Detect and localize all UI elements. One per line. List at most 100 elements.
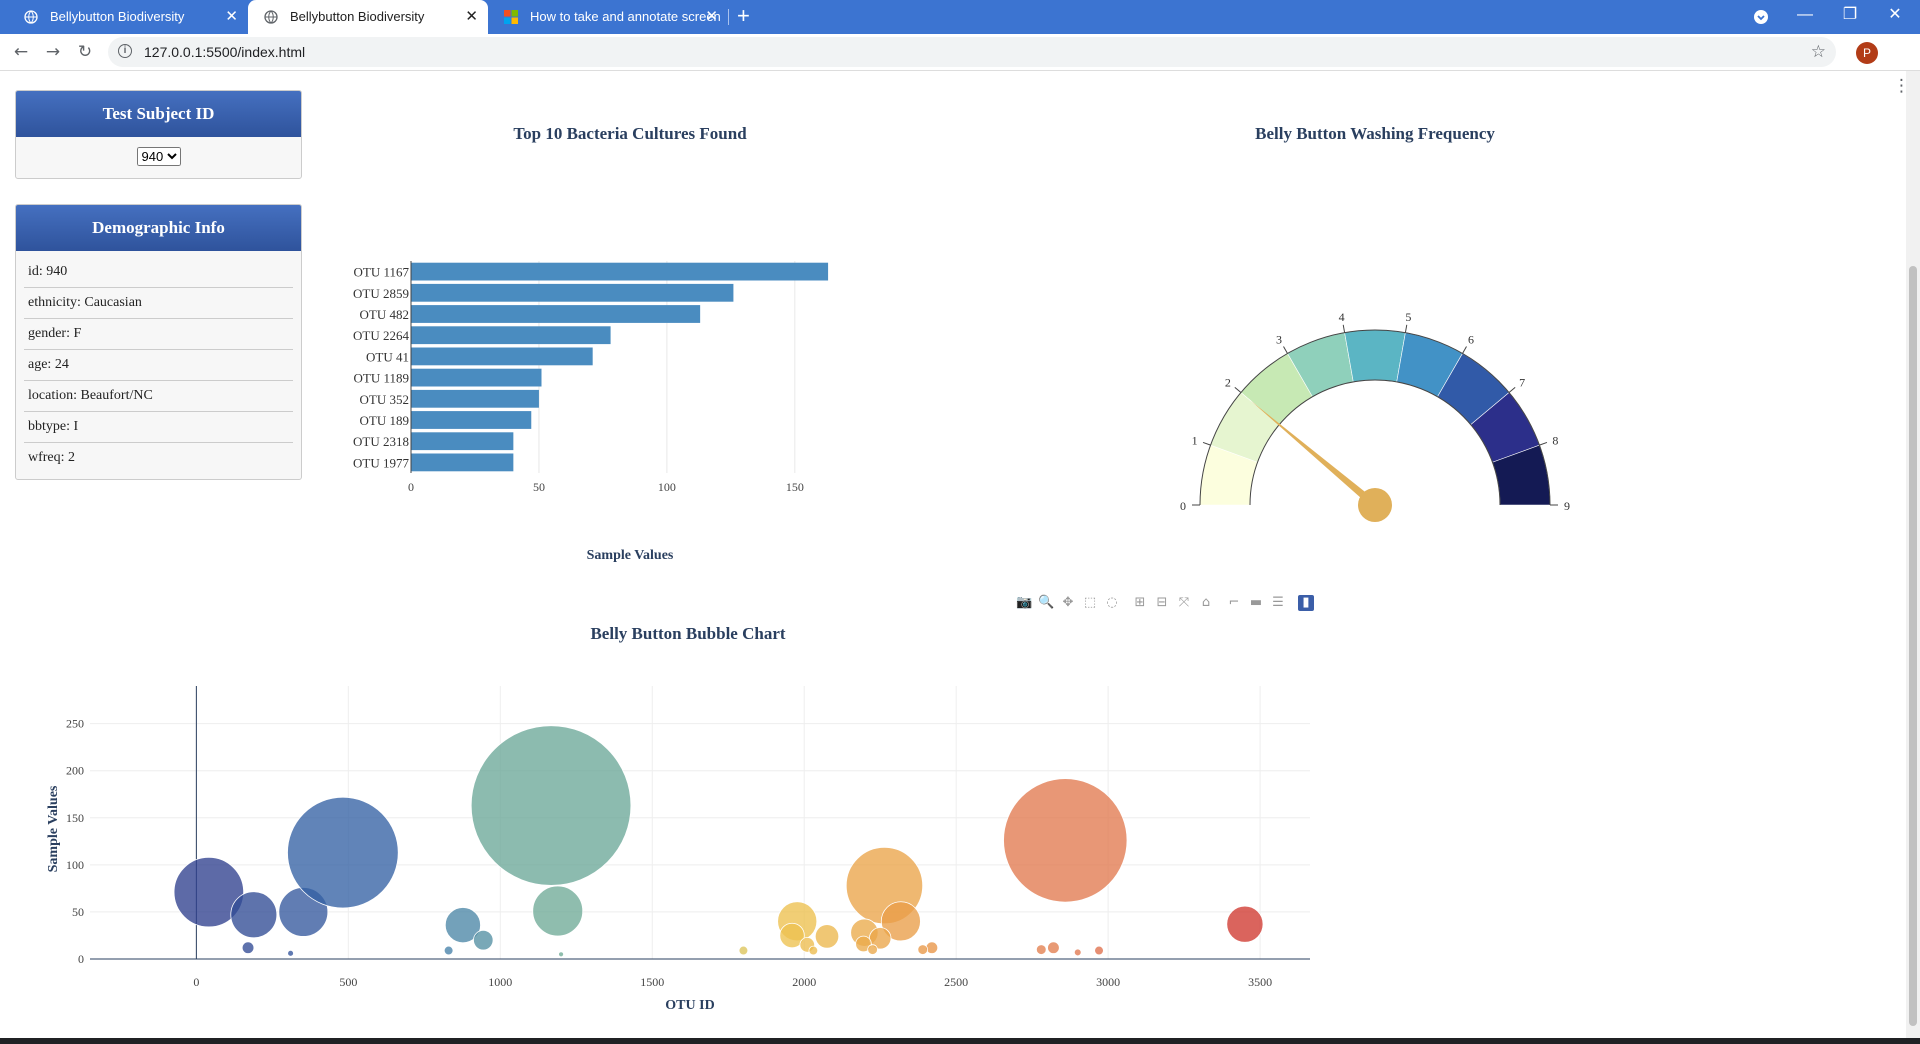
gauge-tick-label: 7 xyxy=(1519,376,1525,390)
bubble xyxy=(287,796,399,909)
globe-icon xyxy=(24,10,38,24)
bubble-x-tick-label: 2000 xyxy=(792,975,816,989)
bar-y-tick-label: OTU 2318 xyxy=(353,434,409,449)
microsoft-logo-icon xyxy=(504,10,518,24)
bubble-x-tick-label: 1500 xyxy=(640,975,664,989)
bar-y-tick-label: OTU 41 xyxy=(366,349,409,364)
bubble-x-tick-label: 3500 xyxy=(1248,975,1272,989)
demographic-header: Demographic Info xyxy=(16,205,301,251)
camera-icon[interactable]: 📷 xyxy=(1016,595,1032,611)
bar-y-tick-label: OTU 2859 xyxy=(353,286,409,301)
page-viewport: Test Subject ID 940 Demographic Info id:… xyxy=(0,71,1906,1038)
bubble-y-axis-title: Sample Values xyxy=(46,785,61,873)
bar xyxy=(411,326,611,345)
bar xyxy=(411,389,539,408)
bar xyxy=(411,453,514,472)
bubble xyxy=(808,945,819,956)
bar-x-tick-label: 100 xyxy=(658,480,676,494)
meta-ethnicity: ethnicity: Caucasian xyxy=(24,288,293,319)
profile-avatar[interactable]: P xyxy=(1856,42,1878,64)
back-arrow-icon[interactable]: ← xyxy=(6,34,36,70)
new-tab-button[interactable]: + xyxy=(737,0,750,34)
tab-search-icon[interactable] xyxy=(1753,9,1769,25)
gauge-chart: 0 1 2 3 4 5 6 7 8 9 xyxy=(1180,310,1570,522)
bubble-x-tick-label: 500 xyxy=(339,975,357,989)
gauge-tick xyxy=(1283,346,1288,354)
gauge-tick xyxy=(1342,324,1346,333)
gauge-tick xyxy=(1508,386,1516,393)
scrollbar-thumb[interactable] xyxy=(1909,266,1917,1026)
bubble-x-tick-label: 0 xyxy=(193,975,199,989)
box-select-icon[interactable]: ⬚ xyxy=(1082,595,1098,611)
bubble xyxy=(473,929,494,951)
subject-id-select[interactable]: 940 xyxy=(136,147,181,166)
demographic-panel: Demographic Info id: 940 ethnicity: Cauc… xyxy=(15,204,302,480)
pan-icon[interactable]: ✥ xyxy=(1060,595,1076,611)
hover-compare-icon[interactable]: ☰ xyxy=(1270,595,1286,611)
browser-toolbar: ← → ↻ i 127.0.0.1:5500/index.html ☆ ⋮ xyxy=(0,34,1920,96)
bubble-x-axis-title: OTU ID xyxy=(665,998,715,1013)
bubble-y-tick-label: 0 xyxy=(78,952,84,966)
bubble-y-tick-label: 50 xyxy=(72,905,84,919)
zoom-out-icon[interactable]: ⊟ xyxy=(1154,595,1170,611)
spike-lines-icon[interactable]: ⌐ xyxy=(1226,595,1242,611)
bar xyxy=(411,347,593,366)
bubble xyxy=(532,885,584,937)
bar xyxy=(411,432,514,451)
bar xyxy=(411,411,532,429)
tab-2[interactable]: Bellybutton Biodiversity ✕ xyxy=(248,0,488,34)
gauge-tick-label: 2 xyxy=(1225,376,1231,390)
url-text[interactable]: 127.0.0.1:5500/index.html xyxy=(144,37,305,67)
bar xyxy=(411,305,701,323)
forward-arrow-icon[interactable]: → xyxy=(38,34,68,70)
bookmark-star-icon[interactable]: ☆ xyxy=(1811,37,1826,67)
tab-2-title: Bellybutton Biodiversity xyxy=(290,9,425,24)
reload-icon[interactable]: ↻ xyxy=(70,34,100,70)
minimize-button[interactable]: — xyxy=(1785,0,1825,34)
restore-button[interactable]: ❐ xyxy=(1830,0,1870,34)
close-window-button[interactable]: ✕ xyxy=(1875,0,1915,34)
bar-y-tick-label: OTU 2264 xyxy=(353,328,409,343)
plotly-logo-icon[interactable]: ▮ xyxy=(1298,595,1314,611)
reset-axes-icon[interactable]: ⌂ xyxy=(1198,595,1214,611)
bubble xyxy=(230,891,278,939)
tab-3-title: How to take and annotate screen xyxy=(530,9,721,24)
lasso-select-icon[interactable]: ◌ xyxy=(1104,595,1120,611)
bubble xyxy=(738,945,749,956)
bar-y-tick-label: OTU 1977 xyxy=(353,455,409,470)
bubble-x-tick-label: 3000 xyxy=(1096,975,1120,989)
bubble xyxy=(287,950,294,957)
bubble xyxy=(470,725,632,886)
bubble-y-tick-label: 150 xyxy=(66,811,84,825)
info-icon[interactable]: i xyxy=(118,44,132,58)
gauge-needle-hub xyxy=(1358,488,1392,522)
zoom-icon[interactable]: 🔍 xyxy=(1038,595,1054,611)
hover-closest-icon[interactable]: ▬ xyxy=(1248,595,1264,611)
demographic-list: id: 940 ethnicity: Caucasian gender: F a… xyxy=(16,251,301,479)
bar-x-tick-label: 150 xyxy=(786,480,804,494)
gauge-tick xyxy=(1539,441,1548,446)
bubble xyxy=(443,945,454,956)
gauge-tick-label: 0 xyxy=(1180,499,1186,513)
tab-1-close-icon[interactable]: ✕ xyxy=(225,0,238,34)
bar xyxy=(411,368,542,387)
zoom-in-icon[interactable]: ⊞ xyxy=(1132,595,1148,611)
bar-y-tick-label: OTU 1167 xyxy=(354,265,410,280)
bar xyxy=(411,262,829,281)
bar-chart: 0 50 100 150 OTU 1167 OTU 2859 OTU 482 OTU 2264… xyxy=(353,261,829,494)
tab-3-close-icon[interactable]: ✕ xyxy=(705,0,718,34)
bar-y-tick-label: OTU 352 xyxy=(360,392,409,407)
gauge-tick xyxy=(1462,346,1467,354)
meta-id: id: 940 xyxy=(24,257,293,288)
gauge-title: Belly Button Washing Frequency xyxy=(1255,124,1495,143)
tab-1[interactable]: Bellybutton Biodiversity ✕ xyxy=(8,0,248,34)
tab-3[interactable]: How to take and annotate screen ✕ xyxy=(488,0,728,34)
gauge-tick-label: 5 xyxy=(1405,310,1411,324)
bar xyxy=(411,283,734,302)
autoscale-icon[interactable]: ⤧ xyxy=(1176,595,1192,611)
bubble xyxy=(1073,948,1082,957)
bubble xyxy=(814,924,840,949)
address-bar[interactable]: i 127.0.0.1:5500/index.html ☆ xyxy=(108,37,1836,67)
page-scrollbar[interactable] xyxy=(1906,71,1920,1038)
tab-2-close-icon[interactable]: ✕ xyxy=(465,0,478,34)
